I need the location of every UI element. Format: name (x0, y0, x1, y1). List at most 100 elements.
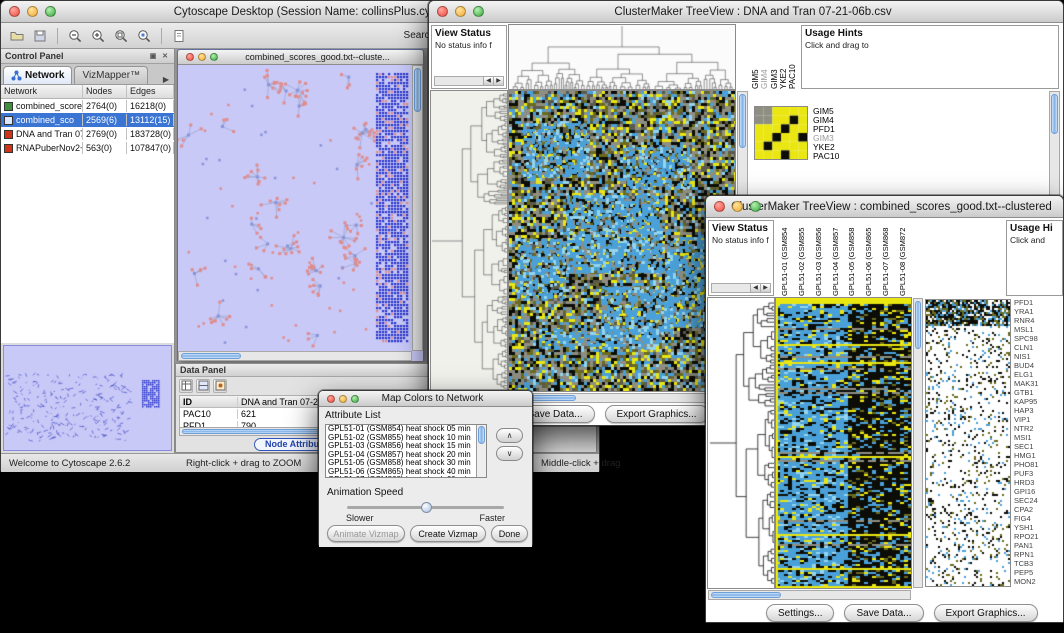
open-session-icon[interactable] (7, 26, 27, 46)
gene-label[interactable]: SEC1 (1014, 442, 1062, 451)
network-view-window[interactable]: combined_scores_good.txt--cluste... (177, 49, 424, 361)
array-label[interactable]: GPL51-01 (GSM854 (780, 220, 789, 296)
gene-label[interactable]: MON2 (1014, 577, 1062, 586)
array-label[interactable]: GPL51-06 (GSM865 (864, 220, 873, 296)
network-list-row-selected[interactable]: combined_sco 2569(6) 13112(15) (1, 113, 174, 127)
array-label[interactable]: GPL51-04 (GSM857 (831, 220, 840, 296)
close-button[interactable] (9, 6, 20, 17)
network-list-row[interactable]: combined_scores 2764(0) 16218(0) (1, 99, 174, 113)
gene-label[interactable]: HAP3 (1014, 406, 1062, 415)
zoom-window-button[interactable] (210, 53, 218, 61)
gene-label[interactable]: HMG1 (1014, 451, 1062, 460)
column-label[interactable]: GIM5 (751, 25, 760, 89)
heatmap-horizontal-scrollbar[interactable] (708, 590, 911, 600)
minimize-button[interactable] (732, 201, 743, 212)
move-up-button[interactable]: ∧ (496, 428, 523, 443)
dialog-titlebar[interactable]: Map Colors to Network (319, 391, 532, 407)
close-button[interactable] (437, 6, 448, 17)
gene-label[interactable]: FIG4 (1014, 514, 1062, 523)
save-session-icon[interactable] (30, 26, 50, 46)
expression-heatmap[interactable] (509, 91, 735, 391)
animation-speed-slider[interactable] (347, 506, 504, 509)
minimize-button[interactable] (455, 6, 466, 17)
gene-label[interactable]: MSI1 (1014, 433, 1062, 442)
gene-label[interactable]: BUD4 (1014, 361, 1062, 370)
gene-label[interactable]: YSH1 (1014, 523, 1062, 532)
zoom-window-button[interactable] (45, 6, 56, 17)
gene-label[interactable]: NTR2 (1014, 424, 1062, 433)
gene-label[interactable]: MAK31 (1014, 379, 1062, 388)
array-label[interactable]: GPL51-03 (GSM856 (814, 220, 823, 296)
gene-label[interactable]: RPO21 (1014, 532, 1062, 541)
network-canvas[interactable] (178, 65, 411, 351)
array-label[interactable]: GPL51-02 (GSM855 (797, 220, 806, 296)
gene-label[interactable]: KAP95 (1014, 397, 1062, 406)
attribute-function-icon[interactable] (213, 379, 227, 393)
close-button[interactable] (327, 395, 335, 403)
attribute-list-scrollbar[interactable] (476, 425, 486, 477)
gene-label[interactable]: RPN1 (1014, 550, 1062, 559)
gene-label[interactable]: CLN1 (1014, 343, 1062, 352)
slider-thumb[interactable] (421, 502, 432, 513)
network-vertical-scrollbar[interactable] (412, 65, 423, 351)
gene-label[interactable]: PUF3 (1014, 469, 1062, 478)
heatmap-horizontal-scrollbar[interactable] (509, 393, 736, 403)
gene-label[interactable]: PAC10 (813, 152, 839, 161)
expression-heatmap[interactable] (776, 298, 911, 588)
close-panel-icon[interactable]: ✕ (160, 52, 170, 60)
scroll-left-icon[interactable]: ◀ (483, 77, 493, 85)
gene-label[interactable]: RNR4 (1014, 316, 1062, 325)
float-panel-icon[interactable]: ▣ (148, 52, 158, 60)
array-label[interactable]: GPL51-08 (GSM872 (898, 220, 907, 296)
minimize-button[interactable] (198, 53, 206, 61)
gene-label[interactable]: SPC98 (1014, 334, 1062, 343)
global-view-matrix[interactable] (755, 107, 807, 159)
scroll-right-icon[interactable]: ▶ (493, 77, 503, 85)
column-label[interactable]: GIM3 (770, 25, 779, 89)
network-list-row[interactable]: RNAPuberNov2+ 563(0) 107847(0) (1, 141, 174, 155)
scroll-right-icon[interactable]: ▶ (760, 284, 770, 292)
array-label[interactable]: GPL51-07 (GSM868 (881, 220, 890, 296)
column-header-network[interactable]: Network (1, 85, 83, 98)
heatmap-vertical-scrollbar[interactable] (913, 298, 923, 588)
gene-label[interactable]: MSL1 (1014, 325, 1062, 334)
minimize-button[interactable] (339, 395, 347, 403)
network-overview[interactable] (3, 345, 172, 451)
select-attributes-icon[interactable] (179, 379, 193, 393)
minimize-button[interactable] (27, 6, 38, 17)
array-dendrogram[interactable] (509, 25, 735, 89)
network-list-row[interactable]: DNA and Tran 07 2769(0) 183728(0) (1, 127, 174, 141)
column-header-nodes[interactable]: Nodes (83, 85, 127, 98)
move-down-button[interactable]: ∨ (496, 446, 523, 461)
close-button[interactable] (714, 201, 725, 212)
annotation-icon[interactable] (169, 26, 189, 46)
tab-overflow-icon[interactable]: ▶ (160, 75, 172, 84)
global-view-heatmap[interactable] (926, 300, 1010, 586)
attribute-list[interactable]: GPL51-01 (GSM854) heat shock 05 min GPL5… (325, 424, 487, 478)
network-view-titlebar[interactable]: combined_scores_good.txt--cluste... (178, 50, 423, 65)
scroll-left-icon[interactable]: ◀ (750, 284, 760, 292)
export-graphics-button[interactable]: Export Graphics... (934, 604, 1038, 622)
gene-dendrogram[interactable] (708, 298, 774, 588)
treeview2-titlebar[interactable]: ClusterMaker TreeView : combined_scores_… (706, 196, 1063, 218)
gene-dendrogram[interactable] (431, 91, 507, 391)
gene-label[interactable]: PHO81 (1014, 460, 1062, 469)
export-graphics-button[interactable]: Export Graphics... (605, 405, 709, 423)
gene-label[interactable]: PEP5 (1014, 568, 1062, 577)
create-vizmap-button[interactable]: Create Vizmap (410, 525, 486, 542)
gene-label[interactable]: VIP1 (1014, 415, 1062, 424)
gene-label[interactable]: PAN1 (1014, 541, 1062, 550)
save-data-button[interactable]: Save Data... (844, 604, 923, 622)
view-status-scrollbar[interactable]: ◀ ▶ (434, 76, 504, 86)
tab-network[interactable]: Network (3, 66, 72, 84)
view-status-scrollbar[interactable]: ◀ ▶ (711, 283, 771, 293)
column-header-edges[interactable]: Edges (127, 85, 174, 98)
array-label[interactable]: GPL51-05 (GSM858 (847, 220, 856, 296)
close-button[interactable] (186, 53, 194, 61)
treeview1-titlebar[interactable]: ClusterMaker TreeView : DNA and Tran 07-… (429, 1, 1063, 23)
gene-label[interactable]: SEC24 (1014, 496, 1062, 505)
zoom-window-button[interactable] (473, 6, 484, 17)
gene-label[interactable]: TCB3 (1014, 559, 1062, 568)
zoom-out-icon[interactable] (65, 26, 85, 46)
gene-label[interactable]: HRD3 (1014, 478, 1062, 487)
